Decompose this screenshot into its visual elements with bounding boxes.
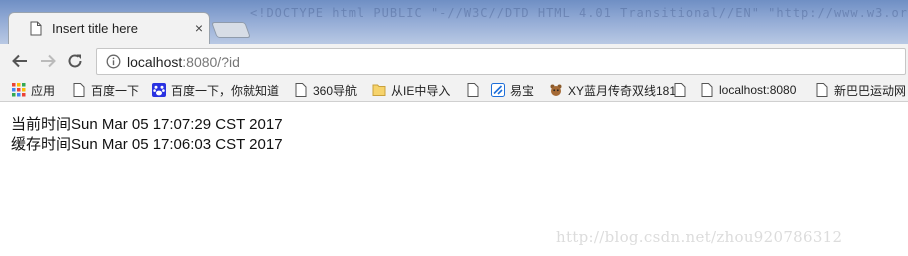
reload-icon (68, 54, 82, 68)
back-button[interactable] (9, 50, 31, 72)
bookmark-xinbaba[interactable]: 新巴巴运动网 (815, 81, 906, 99)
bookmark-label: 百度一下 (91, 83, 140, 98)
cache-time-text: 缓存时间Sun Mar 05 17:06:03 CST 2017 (11, 136, 283, 153)
page-icon (467, 83, 479, 97)
forward-button[interactable] (37, 50, 59, 72)
page-icon (816, 83, 828, 97)
folder-icon (372, 84, 386, 96)
window-background-text: <!DOCTYPE html PUBLIC "-//W3C//DTD HTML … (250, 6, 908, 20)
info-icon[interactable] (106, 54, 121, 69)
tab-title: Insert title here (52, 21, 138, 36)
bookmark-localhost[interactable]: localhost:8080 (700, 81, 796, 99)
bookmark-xy-game[interactable]: XY蓝月传奇双线1813 (549, 81, 683, 99)
bookmark-apps[interactable]: 应用 (12, 81, 55, 99)
yibao-icon (491, 83, 505, 97)
bookmark-label: 百度一下，你就知道 (171, 83, 280, 98)
bookmark-360[interactable]: 360导航 (294, 81, 357, 99)
bookmark-baidu[interactable]: 百度一下 (72, 81, 139, 99)
bookmark-baidu-home[interactable]: 百度一下，你就知道 (152, 81, 279, 99)
new-tab-button[interactable] (211, 22, 251, 38)
bookmark-untitled-1[interactable] (466, 81, 485, 99)
toolbar: localhost:8080/?id (0, 44, 908, 78)
bookmark-untitled-2[interactable] (673, 81, 692, 99)
bookmark-label: XY蓝月传奇双线1813 (568, 82, 683, 99)
watermark: http://blog.csdn.net/zhou920786312 (556, 228, 843, 246)
page-icon (701, 83, 713, 97)
bookmark-label: 从IE中导入 (391, 83, 451, 98)
url-path: :8080/?id (182, 54, 240, 70)
reload-button[interactable] (64, 50, 86, 72)
bookmark-label: 360导航 (313, 83, 358, 98)
page-icon (30, 21, 42, 36)
address-bar[interactable]: localhost:8080/?id (96, 48, 906, 75)
bookmark-label: 应用 (31, 83, 56, 98)
page-icon (73, 83, 85, 97)
bookmark-label-text: XY蓝月传奇双线181 (568, 83, 677, 98)
bookmark-yibao[interactable]: 易宝 (491, 81, 534, 99)
bookmark-label: localhost:8080 (719, 83, 797, 97)
bookmark-label: 易宝 (510, 83, 535, 98)
page-icon (674, 83, 686, 97)
back-arrow-icon (12, 54, 27, 68)
bookmark-folder-ie[interactable]: 从IE中导入 (372, 81, 450, 99)
tab-content: Insert title here × (8, 12, 210, 46)
bookmark-label: 新巴巴运动网 (834, 83, 907, 98)
forward-arrow-icon (41, 54, 56, 68)
game-icon (550, 84, 562, 96)
url-host: localhost (127, 54, 183, 70)
close-icon[interactable]: × (191, 20, 207, 36)
url-text[interactable]: localhost:8080/?id (127, 54, 240, 70)
baidu-paw-icon (152, 83, 166, 97)
current-time-text: 当前时间Sun Mar 05 17:07:29 CST 2017 (11, 116, 283, 133)
page-icon (295, 83, 307, 97)
apps-grid-icon (12, 83, 26, 97)
bookmarks-bar: 应用 百度一下 百度一下，你就知道 360导航 从IE中导入 易宝 XY蓝月传奇… (0, 78, 908, 102)
page-content: 当前时间Sun Mar 05 17:07:29 CST 2017 缓存时间Sun… (11, 115, 283, 155)
